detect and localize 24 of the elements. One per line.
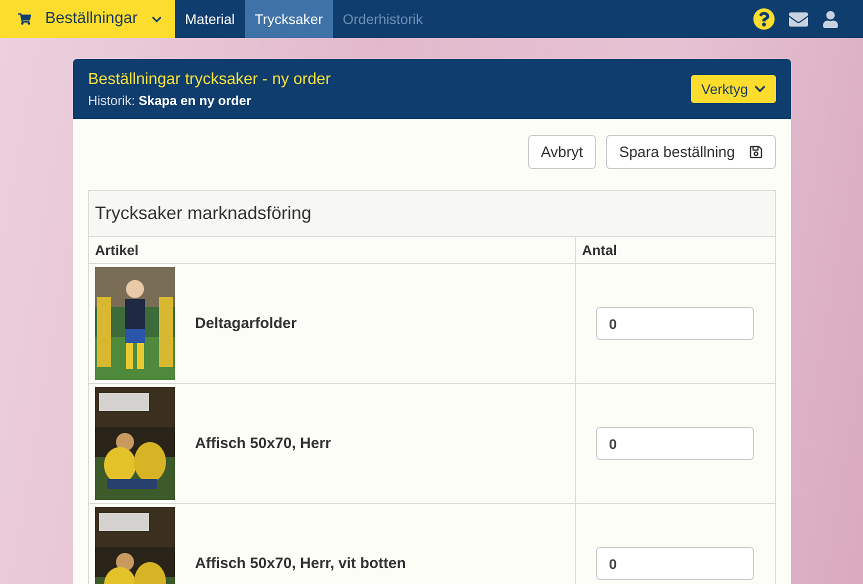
history-text: Historik: Skapa en ny order [88,92,252,108]
panel-title: Beställningar trycksaker - ny order [88,70,332,88]
quantity-field[interactable]: 0 [596,547,754,580]
help-icon[interactable] [753,8,775,30]
caret-icon [754,83,766,95]
nav-tab[interactable]: Material [175,0,245,38]
article-name: Affisch 50x70, Herr, vit botten [195,555,406,572]
article-name: Affisch 50x70, Herr [195,435,331,452]
quantity-field[interactable]: 0 [596,307,754,340]
orders-menu-button[interactable]: Beställningar [0,0,175,38]
table-title: Trycksaker marknadsföring [89,191,775,237]
column-header: Antal [576,237,775,264]
article-name: Deltagarfolder [195,315,297,332]
tools-button[interactable]: Verktyg [691,75,776,103]
mail-icon[interactable] [789,10,808,28]
quantity-field[interactable]: 0 [596,427,754,460]
save-icon [749,145,763,159]
column-header: Artikel [89,237,576,264]
orders-menu-label: Beställningar [45,10,138,28]
user-icon[interactable] [822,10,839,28]
cancel-button[interactable]: Avbryt [528,135,596,169]
cart-icon [18,10,32,28]
nav-tab[interactable]: Trycksaker [244,0,333,38]
save-button[interactable]: Spara beställning [606,135,776,169]
